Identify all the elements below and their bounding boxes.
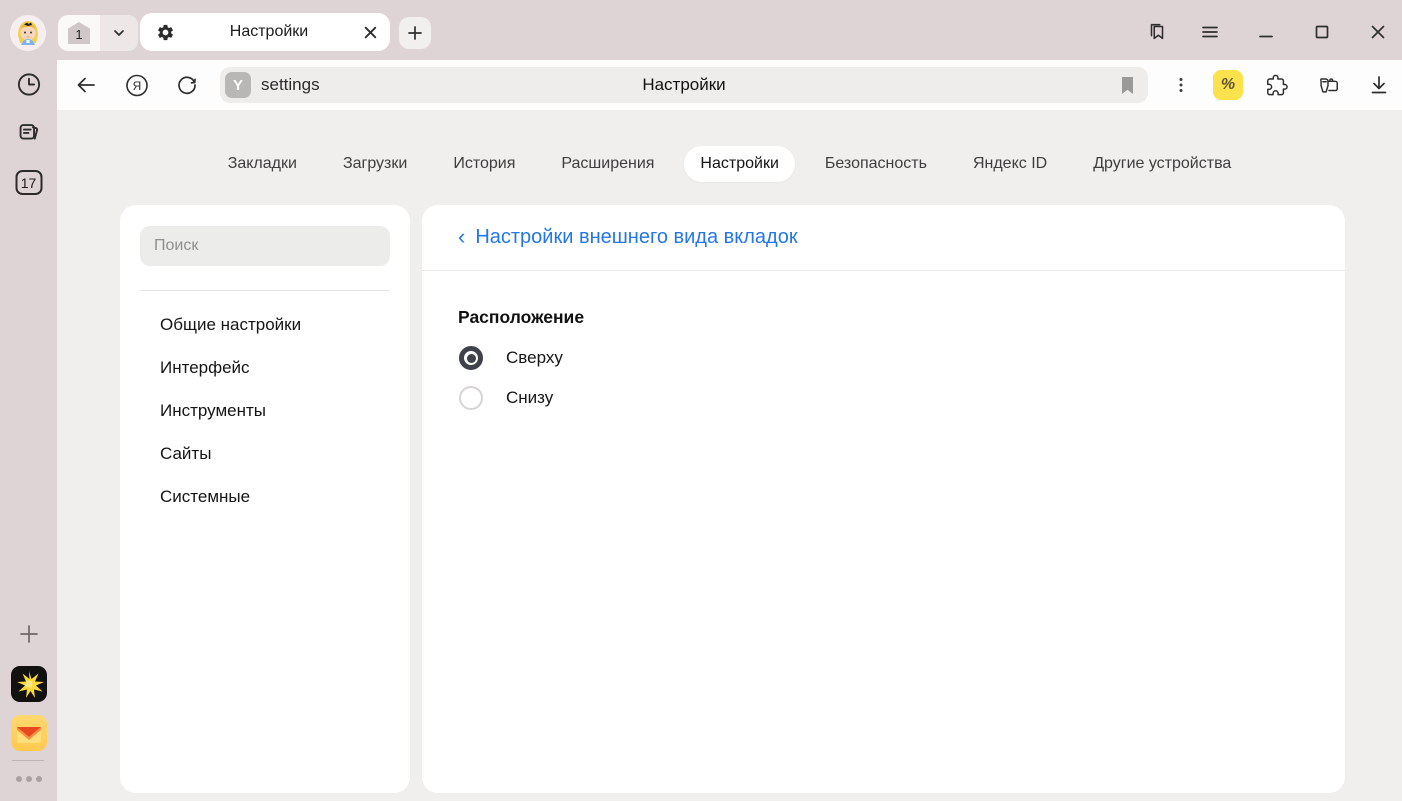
window-close-button[interactable] bbox=[1364, 18, 1392, 46]
percent-badge-icon: % bbox=[1213, 70, 1243, 100]
rail-more-button[interactable] bbox=[16, 776, 42, 782]
deals-button[interactable]: % bbox=[1213, 70, 1243, 100]
history-button[interactable] bbox=[15, 71, 42, 98]
svg-text:Я: Я bbox=[133, 78, 142, 92]
address-bar-page-title: Настройки bbox=[220, 75, 1148, 95]
starburst-app-icon bbox=[11, 666, 47, 702]
kebab-menu-icon bbox=[1172, 76, 1190, 94]
hamburger-menu-icon bbox=[1200, 22, 1220, 42]
nav-tab-bookmarks[interactable]: Закладки bbox=[212, 146, 313, 182]
toolbar: Я Y settings Настройки % bbox=[57, 60, 1402, 110]
settings-sidebar-menu: Общие настройки Интерфейс Инструменты Са… bbox=[120, 303, 410, 518]
passwords-button[interactable] bbox=[1316, 73, 1340, 97]
bookmarks-icon bbox=[1146, 21, 1168, 43]
nav-tab-settings[interactable]: Настройки bbox=[684, 146, 794, 182]
yandex-home-button[interactable]: Я bbox=[125, 73, 149, 97]
settings-nav-tabs: Закладки Загрузки История Расширения Нас… bbox=[57, 146, 1402, 182]
rail-divider bbox=[12, 760, 44, 761]
sidebar-item-interface[interactable]: Интерфейс bbox=[120, 346, 410, 389]
plus-icon bbox=[407, 25, 423, 41]
tab-close-icon[interactable] bbox=[363, 25, 378, 40]
nav-tab-yandex-id[interactable]: Яндекс ID bbox=[957, 146, 1063, 182]
rail-add-button[interactable] bbox=[17, 622, 41, 646]
refresh-icon bbox=[175, 73, 199, 97]
yandex-logo-icon: Я bbox=[125, 73, 149, 98]
radio-label: Снизу bbox=[506, 388, 553, 408]
avatar-girl-illustration bbox=[10, 15, 46, 51]
rail-app-shortcut[interactable] bbox=[11, 666, 47, 702]
tabs-count-badge: 17 bbox=[15, 170, 42, 195]
plus-icon bbox=[17, 622, 41, 646]
url-text: settings bbox=[261, 75, 320, 95]
section-title-location: Расположение bbox=[458, 307, 584, 328]
mail-app-icon bbox=[11, 715, 47, 751]
left-rail: 17 bbox=[0, 60, 57, 801]
window-maximize-button[interactable] bbox=[1308, 18, 1336, 46]
settings-sidebar-panel: Общие настройки Интерфейс Инструменты Са… bbox=[120, 205, 410, 793]
puzzle-icon bbox=[1265, 73, 1289, 98]
gear-icon bbox=[156, 23, 175, 42]
tab-count-badge: 1 bbox=[68, 22, 90, 44]
nav-tab-downloads[interactable]: Загрузки bbox=[327, 146, 423, 182]
radio-unselected-icon[interactable] bbox=[459, 386, 483, 410]
site-favicon: Y bbox=[225, 72, 251, 98]
nav-tab-security[interactable]: Безопасность bbox=[809, 146, 943, 182]
download-icon bbox=[1367, 73, 1391, 97]
refresh-button[interactable] bbox=[175, 73, 199, 97]
chevron-left-icon: ‹ bbox=[458, 226, 465, 248]
all-tabs-button[interactable]: 1 bbox=[58, 15, 100, 51]
sidebar-item-sites[interactable]: Сайты bbox=[120, 432, 410, 475]
profile-avatar[interactable] bbox=[10, 15, 46, 51]
tab-title: Настройки bbox=[175, 23, 363, 41]
radio-option-bottom[interactable]: Снизу bbox=[459, 386, 553, 410]
downloads-button[interactable] bbox=[1367, 73, 1391, 97]
notes-button[interactable] bbox=[15, 120, 42, 147]
tab-counter-group: 1 bbox=[58, 15, 138, 51]
settings-main-panel: ‹ Настройки внешнего вида вкладок Распол… bbox=[422, 205, 1345, 793]
radio-option-top[interactable]: Сверху bbox=[459, 346, 563, 370]
sidebar-item-tools[interactable]: Инструменты bbox=[120, 389, 410, 432]
page-title: Настройки внешнего вида вкладок bbox=[475, 226, 797, 249]
bookmark-icon bbox=[1119, 76, 1136, 95]
minimize-icon bbox=[1256, 22, 1276, 42]
close-icon bbox=[1368, 22, 1388, 42]
nav-tab-history[interactable]: История bbox=[437, 146, 531, 182]
address-more-button[interactable] bbox=[1169, 73, 1193, 97]
tabs-count-button[interactable]: 17 bbox=[15, 170, 42, 195]
browser-tab-settings[interactable]: Настройки bbox=[140, 13, 390, 51]
bookmark-page-button[interactable] bbox=[1119, 76, 1136, 95]
bookmarks-panel-button[interactable] bbox=[1143, 18, 1171, 46]
nav-tab-other-devices[interactable]: Другие устройства bbox=[1077, 146, 1247, 182]
chevron-down-icon bbox=[112, 26, 126, 40]
address-bar[interactable]: Y settings Настройки bbox=[220, 67, 1148, 103]
new-tab-button[interactable] bbox=[399, 17, 431, 49]
settings-page: Закладки Загрузки История Расширения Нас… bbox=[57, 110, 1402, 801]
sidebar-item-system[interactable]: Системные bbox=[120, 475, 410, 518]
sidebar-divider bbox=[140, 290, 390, 291]
notes-stack-icon bbox=[15, 120, 42, 147]
extensions-button[interactable] bbox=[1265, 73, 1289, 97]
maximize-icon bbox=[1312, 22, 1332, 42]
back-button[interactable] bbox=[74, 73, 98, 97]
rail-mail-shortcut[interactable] bbox=[11, 715, 47, 751]
window-minimize-button[interactable] bbox=[1252, 18, 1280, 46]
tabs-appearance-back-header[interactable]: ‹ Настройки внешнего вида вкладок bbox=[422, 205, 1345, 271]
nav-tab-extensions[interactable]: Расширения bbox=[545, 146, 670, 182]
sidebar-item-general[interactable]: Общие настройки bbox=[120, 303, 410, 346]
arrow-left-icon bbox=[74, 73, 98, 97]
key-wallet-icon bbox=[1316, 72, 1340, 98]
tab-strip: 1 Настройки bbox=[0, 0, 1402, 60]
clock-history-icon bbox=[15, 71, 42, 98]
favicon-glyph: Y bbox=[233, 77, 243, 94]
radio-label: Сверху bbox=[506, 348, 563, 368]
browser-menu-button[interactable] bbox=[1196, 18, 1224, 46]
settings-search-input[interactable] bbox=[140, 226, 390, 266]
radio-selected-icon[interactable] bbox=[459, 346, 483, 370]
tab-list-dropdown-button[interactable] bbox=[100, 15, 138, 51]
